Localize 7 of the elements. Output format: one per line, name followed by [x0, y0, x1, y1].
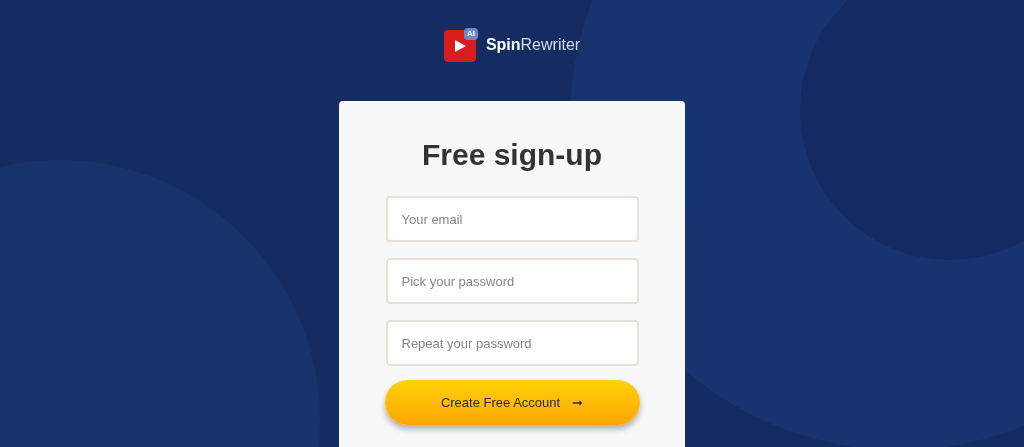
text-field[interactable]: Your email — [385, 196, 639, 242]
text-field[interactable]: Pick your password — [385, 258, 639, 304]
text-field[interactable]: Repeat your password — [385, 320, 639, 366]
create-account-button[interactable]: Create Free Account ➞ — [384, 380, 640, 425]
form-title: Free sign-up — [422, 137, 602, 173]
logo-icon — [443, 27, 478, 63]
brand-wordmark: SpinRewriter — [485, 35, 581, 55]
